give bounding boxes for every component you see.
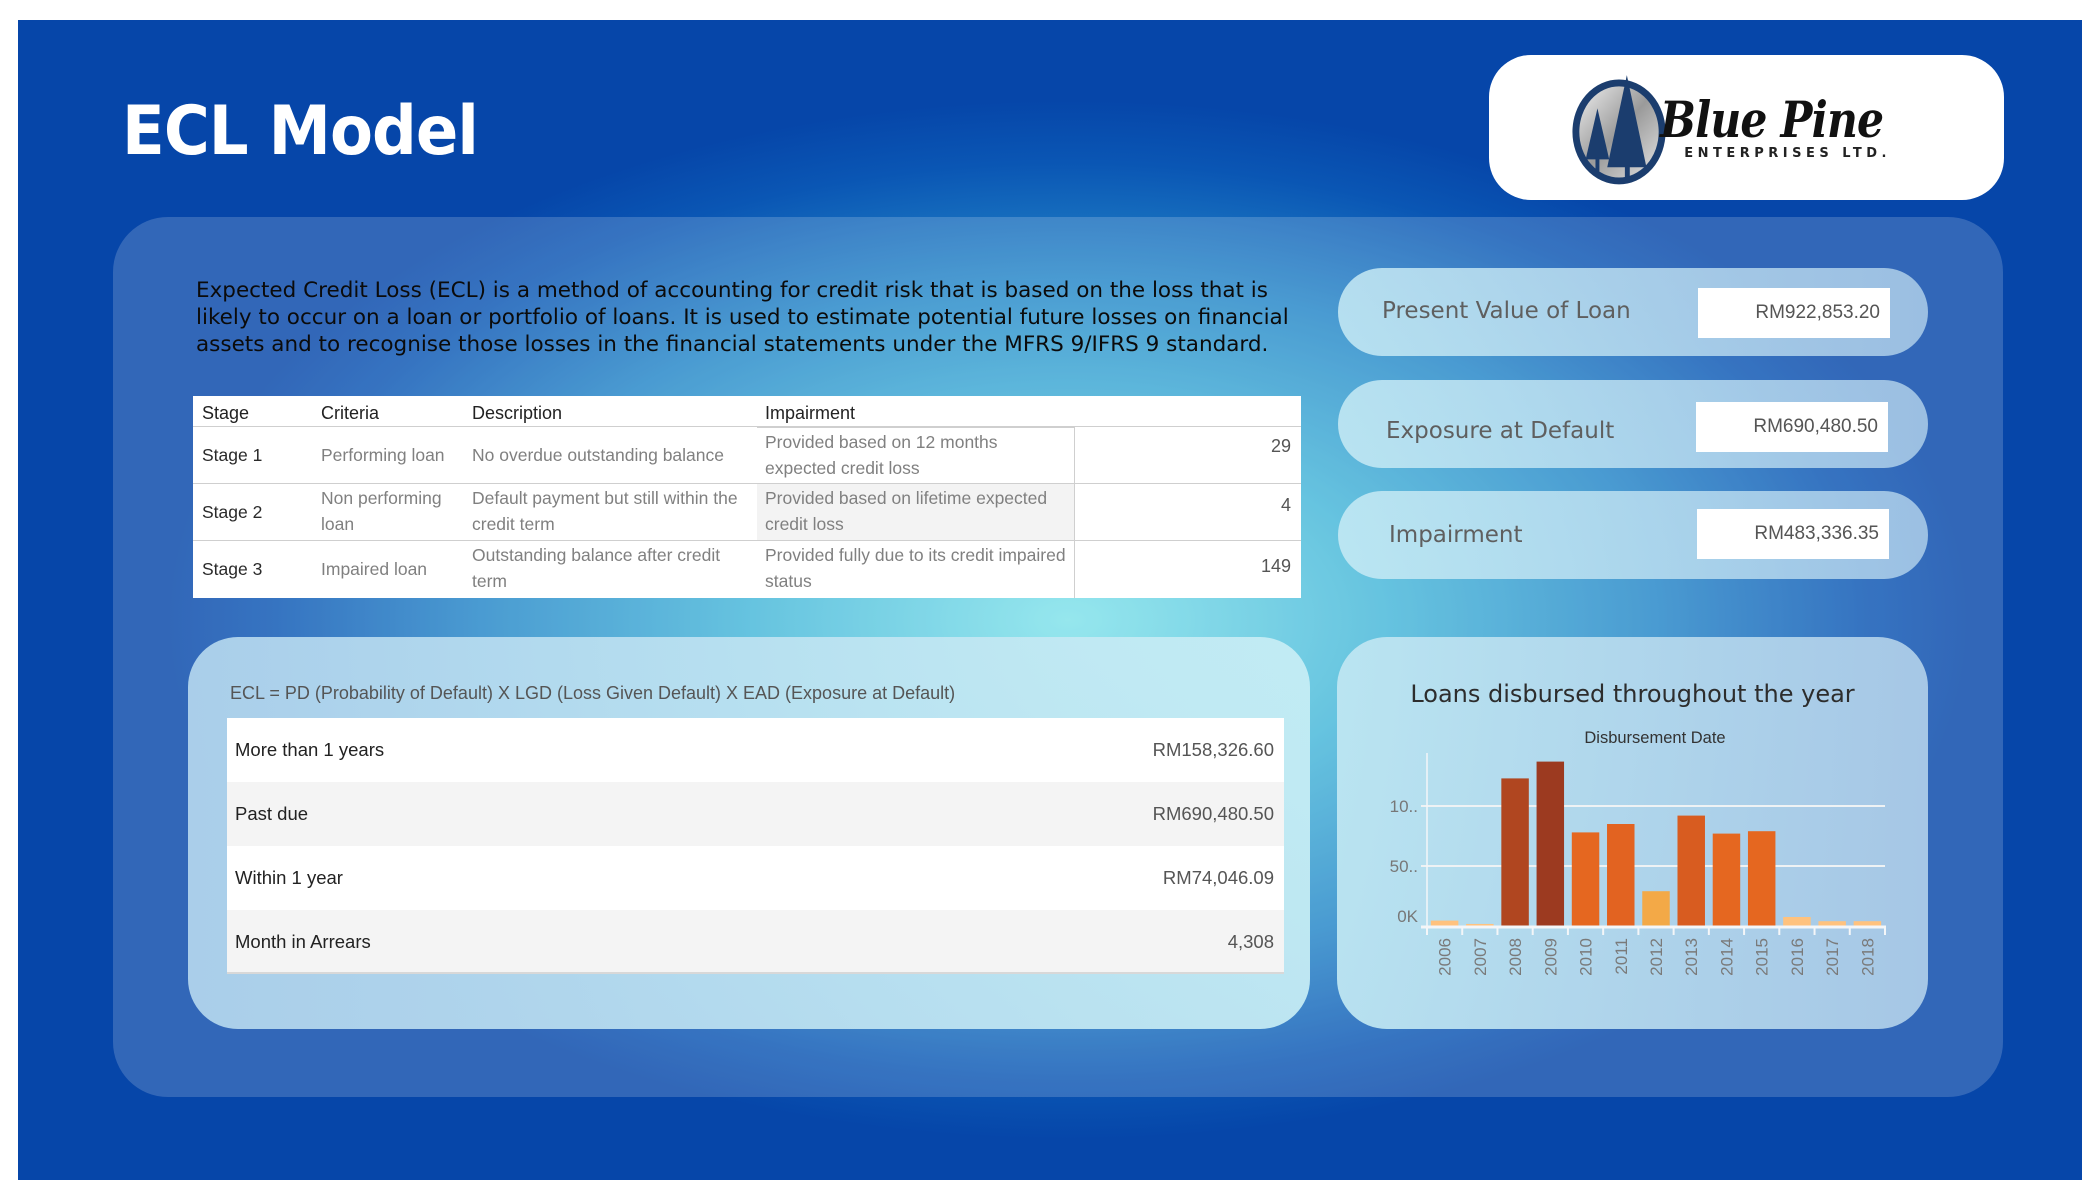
table-row[interactable]: Within 1 year RM74,046.09 bbox=[227, 846, 1284, 910]
x-tick-label: 2007 bbox=[1471, 938, 1490, 976]
row-label: Past due bbox=[235, 803, 309, 824]
kpi-value: RM922,853.20 bbox=[1698, 288, 1890, 338]
x-tick-label: 2006 bbox=[1436, 938, 1455, 976]
impairment-cell: Provided based on lifetime expected cred… bbox=[765, 488, 1048, 534]
row-value: RM74,046.09 bbox=[1162, 867, 1274, 888]
ecl-description: Expected Credit Loss (ECL) is a method o… bbox=[196, 278, 1289, 357]
bar-2010 bbox=[1571, 832, 1600, 926]
criteria-cell: Impaired loan bbox=[321, 559, 428, 579]
count-cell: 29 bbox=[1270, 436, 1291, 456]
description-cell: Default payment but still within the cre… bbox=[472, 488, 738, 534]
column-header-stage: Stage bbox=[202, 403, 250, 423]
kpi-present-value-of-loan: Present Value of Loan RM922,853.20 bbox=[1338, 268, 1928, 356]
kpi-value: RM690,480.50 bbox=[1696, 402, 1888, 452]
description-cell: No overdue outstanding balance bbox=[472, 445, 724, 465]
x-tick-label: 2013 bbox=[1682, 938, 1701, 976]
stage-table: Stage Criteria Description Impairment St… bbox=[193, 396, 1301, 598]
criteria-cell: Performing loan bbox=[321, 445, 445, 465]
bar-2012 bbox=[1642, 891, 1670, 926]
ecl-formula: ECL = PD (Probability of Default) X LGD … bbox=[230, 683, 956, 703]
page-title: ECL Model bbox=[122, 92, 479, 171]
row-label: Month in Arrears bbox=[235, 931, 371, 952]
table-row[interactable]: Stage 2 Non performing loan Default paym… bbox=[193, 483, 1301, 541]
kpi-impairment: Impairment RM483,336.35 bbox=[1338, 491, 1928, 579]
row-label: More than 1 years bbox=[235, 739, 385, 760]
column-header-criteria: Criteria bbox=[321, 403, 380, 423]
bar-2017 bbox=[1818, 921, 1846, 926]
kpi-label: Present Value of Loan bbox=[1382, 298, 1631, 324]
loans-bar-chart: 0K 50.. 10.. 2006 2007 2008 2009 2010 2011 2012 20… bbox=[1390, 753, 1886, 976]
ecl-breakdown-table: More than 1 years RM158,326.60 Past due … bbox=[227, 718, 1284, 976]
row-value: 4,308 bbox=[1227, 931, 1274, 952]
table-row[interactable]: Month in Arrears 4,308 bbox=[227, 910, 1284, 974]
bar-2015 bbox=[1747, 831, 1776, 926]
pine-tree-emblem-icon bbox=[1572, 74, 1666, 184]
x-tick-label: 2010 bbox=[1577, 938, 1596, 976]
kpi-label: Impairment bbox=[1389, 522, 1523, 548]
criteria-cell: Non performing loan bbox=[321, 488, 442, 534]
bar-2006 bbox=[1430, 920, 1459, 926]
row-label: Within 1 year bbox=[235, 867, 343, 888]
x-tick-label: 2008 bbox=[1506, 938, 1525, 976]
x-tick-label: 2015 bbox=[1753, 938, 1772, 976]
table-row[interactable]: Past due RM690,480.50 bbox=[227, 782, 1284, 846]
company-logo-card: Blue Pine ENTERPRISES LTD. bbox=[1489, 55, 2004, 200]
bar-2018 bbox=[1853, 921, 1882, 926]
bar-2011 bbox=[1607, 824, 1635, 926]
description-cell: Outstanding balance after credit term bbox=[472, 545, 721, 591]
bar-2013 bbox=[1677, 815, 1705, 926]
stage-cell: Stage 2 bbox=[202, 502, 263, 522]
impairment-cell: Provided based on 12 months expected cre… bbox=[765, 432, 998, 478]
table-row[interactable]: More than 1 years RM158,326.60 bbox=[227, 718, 1284, 782]
kpi-value: RM483,336.35 bbox=[1697, 509, 1889, 559]
x-tick-label: 2016 bbox=[1788, 938, 1807, 976]
table-row[interactable]: Stage 1 Performing loan No overdue outst… bbox=[193, 426, 1301, 484]
chart-title: Loans disbursed throughout the year bbox=[1410, 680, 1855, 708]
y-tick-label: 10.. bbox=[1390, 797, 1418, 816]
column-header-description: Description bbox=[472, 403, 563, 423]
x-tick-label: 2014 bbox=[1717, 938, 1736, 976]
logo-name: Blue Pine bbox=[1660, 90, 1884, 149]
kpi-exposure-at-default: Exposure at Default RM690,480.50 bbox=[1338, 380, 1928, 468]
bar-2008 bbox=[1501, 778, 1529, 926]
stage-cell: Stage 3 bbox=[202, 559, 263, 579]
stage-cell: Stage 1 bbox=[202, 445, 263, 465]
y-tick-label: 0K bbox=[1397, 907, 1418, 926]
company-logo: Blue Pine ENTERPRISES LTD. bbox=[1570, 69, 1923, 187]
bar-2009 bbox=[1536, 761, 1565, 926]
kpi-label: Exposure at Default bbox=[1386, 418, 1615, 444]
x-tick-label: 2012 bbox=[1647, 938, 1666, 976]
column-header-impairment: Impairment bbox=[765, 403, 856, 423]
y-tick-label: 50.. bbox=[1390, 857, 1418, 876]
x-tick-label: 2011 bbox=[1612, 938, 1631, 975]
table-row[interactable]: Stage 3 Impaired loan Outstanding balanc… bbox=[193, 540, 1301, 598]
bar-2016 bbox=[1783, 917, 1811, 926]
row-value: RM158,326.60 bbox=[1152, 739, 1274, 760]
x-tick-label: 2018 bbox=[1858, 938, 1877, 976]
count-cell: 149 bbox=[1260, 556, 1291, 576]
row-value: RM690,480.50 bbox=[1152, 803, 1274, 824]
x-tick-label: 2009 bbox=[1541, 938, 1560, 976]
count-cell: 4 bbox=[1280, 495, 1291, 515]
impairment-cell: Provided fully due to its credit impaire… bbox=[765, 545, 1066, 591]
x-tick-label: 2017 bbox=[1823, 938, 1842, 976]
bar-2014 bbox=[1712, 833, 1741, 926]
